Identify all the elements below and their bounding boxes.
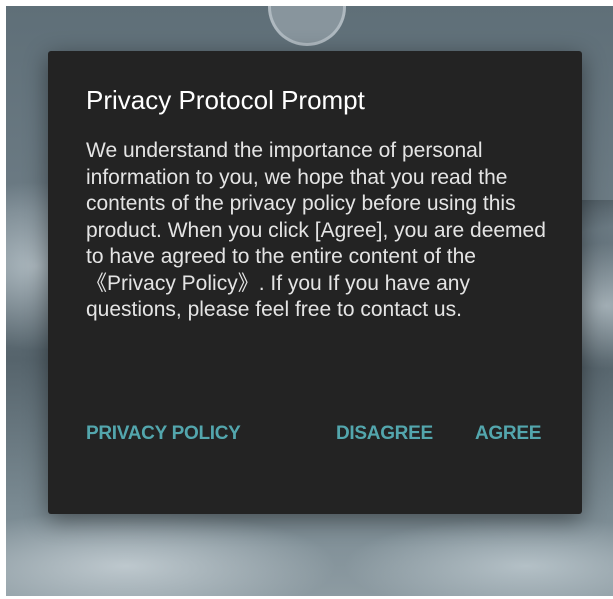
disagree-button[interactable]: DISAGREE [336,419,433,449]
agree-button[interactable]: AGREE [475,419,541,449]
privacy-dialog: Privacy Protocol Prompt We understand th… [48,51,582,514]
screen: Privacy Protocol Prompt We understand th… [0,0,613,599]
dialog-title: Privacy Protocol Prompt [86,85,365,115]
dialog-actions: PRIVACY POLICY DISAGREE AGREE [48,419,582,449]
dialog-message: We understand the importance of personal… [86,139,546,321]
privacy-policy-button[interactable]: PRIVACY POLICY [86,419,241,449]
